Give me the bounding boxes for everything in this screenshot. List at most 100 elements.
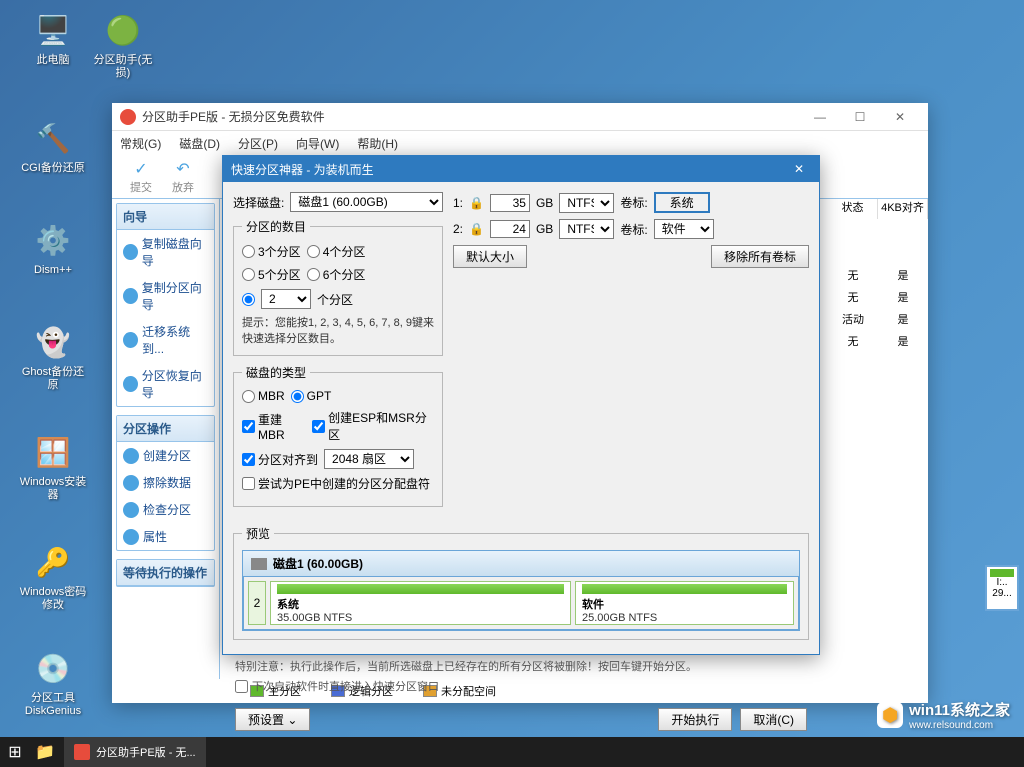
preview-disk-header: 磁盘1 (60.00GB)	[242, 550, 800, 577]
disk-label: 选择磁盘:	[233, 194, 284, 211]
table-row[interactable]: 活动是	[828, 311, 928, 333]
partition-row-2: 2: 🔒 GB NTFS 卷标: 软件	[453, 219, 809, 239]
undo-icon: ↶	[162, 159, 204, 179]
partition-count-tab: 2	[248, 581, 266, 625]
check-trype[interactable]: 尝试为PE中创建的分区分配盘符	[242, 475, 430, 492]
desktop-icon-thispc[interactable]: 🖥️此电脑	[18, 10, 88, 67]
menu-general[interactable]: 常规(G)	[120, 135, 161, 152]
wizard-migrate[interactable]: 迁移系统到...	[117, 318, 214, 362]
preview-partition[interactable]: 系统 35.00GB NTFS	[270, 581, 571, 625]
wizard-icon	[123, 288, 138, 304]
desktop-icon-password[interactable]: 🔑Windows密码修改	[18, 542, 88, 612]
start-button[interactable]: ⊞	[0, 737, 30, 767]
minimize-button[interactable]: —	[800, 103, 840, 130]
preset-button[interactable]: 预设置 ⌄	[235, 708, 310, 731]
row-num: 2:	[453, 222, 463, 236]
dialog-left-column: 选择磁盘: 磁盘1 (60.00GB) 分区的数目 3个分区 4个分区 5个分区…	[233, 192, 443, 515]
op-check[interactable]: 检查分区	[117, 496, 214, 523]
app-icon	[74, 744, 90, 760]
usage-bar	[277, 584, 564, 594]
preview-partition[interactable]: 软件 25.00GB NTFS	[575, 581, 794, 625]
custom-count-select[interactable]: 2	[261, 289, 311, 309]
disk-select[interactable]: 磁盘1 (60.00GB)	[290, 192, 443, 212]
table-rows: 无是 无是 活动是 无是	[828, 267, 928, 355]
start-button[interactable]: 开始执行	[658, 708, 732, 731]
taskbar: ⊞ 📁 分区助手PE版 - 无...	[0, 737, 1024, 767]
menu-disk[interactable]: 磁盘(D)	[179, 135, 220, 152]
table-row[interactable]: 无是	[828, 267, 928, 289]
op-icon	[123, 448, 139, 464]
radio-gpt[interactable]: GPT	[291, 389, 332, 403]
op-wipe[interactable]: 擦除数据	[117, 469, 214, 496]
menu-partition[interactable]: 分区(P)	[238, 135, 278, 152]
disk-icon	[251, 558, 267, 570]
remove-labels-button[interactable]: 移除所有卷标	[711, 245, 809, 268]
op-props[interactable]: 属性	[117, 523, 214, 550]
menu-help[interactable]: 帮助(H)	[357, 135, 398, 152]
radio-3[interactable]: 3个分区	[242, 243, 301, 260]
radio-mbr[interactable]: MBR	[242, 389, 285, 403]
maximize-button[interactable]: ☐	[840, 103, 880, 130]
check-rebuild[interactable]: 重建MBR	[242, 411, 306, 442]
check-align[interactable]: 分区对齐到	[242, 451, 318, 468]
size-input[interactable]	[490, 220, 530, 238]
usage-bar	[990, 569, 1014, 577]
menu-wizard[interactable]: 向导(W)	[296, 135, 339, 152]
volume-label-select[interactable]: 软件	[654, 219, 714, 239]
volume-label-select[interactable]: 系统	[654, 192, 710, 213]
wizard-icon	[123, 244, 138, 260]
app-icon	[120, 109, 136, 125]
dialog-close-button[interactable]: ✕	[787, 162, 811, 176]
desktop-icon-dism[interactable]: ⚙️Dism++	[18, 220, 88, 277]
toolbar-commit[interactable]: ✓提交	[120, 159, 162, 195]
taskbar-explorer[interactable]: 📁	[30, 737, 60, 767]
pc-icon: 🖥️	[33, 10, 73, 50]
desktop-icon-ghost[interactable]: 👻Ghost备份还原	[18, 322, 88, 392]
desktop-icon-diskgenius[interactable]: 💿分区工具DiskGenius	[18, 648, 88, 718]
wizard-copy-partition[interactable]: 复制分区向导	[117, 274, 214, 318]
toolbar-discard[interactable]: ↶放弃	[162, 159, 204, 195]
close-button[interactable]: ✕	[880, 103, 920, 130]
group-legend: 磁盘的类型	[242, 364, 310, 381]
hint-text: 提示：您能按1, 2, 3, 4, 5, 6, 7, 8, 9键来快速选择分区数…	[242, 315, 434, 347]
quick-partition-dialog: 快速分区神器 - 为装机而生 ✕ 选择磁盘: 磁盘1 (60.00GB) 分区的…	[222, 155, 820, 655]
radio-5[interactable]: 5个分区	[242, 266, 301, 283]
check-esp[interactable]: 创建ESP和MSR分区	[312, 409, 434, 443]
dialog-buttons: 预设置 ⌄ 开始执行 取消(C)	[223, 702, 819, 741]
col-4kb: 4KB对齐	[878, 199, 928, 219]
disk-type-group: 磁盘的类型 MBR GPT 重建MBR 创建ESP和MSR分区 分区对齐到 20…	[233, 364, 443, 507]
op-create[interactable]: 创建分区	[117, 442, 214, 469]
check-auto-open[interactable]: 下次启动软件时直接进入快速分区窗口	[235, 678, 807, 694]
usage-bar	[582, 584, 787, 594]
chevron-down-icon: ⌄	[287, 713, 297, 727]
wizard-copy-disk[interactable]: 复制磁盘向导	[117, 230, 214, 274]
size-input[interactable]	[490, 194, 530, 212]
desktop-icon-partition[interactable]: 🟢分区助手(无损)	[88, 10, 158, 80]
cancel-button[interactable]: 取消(C)	[740, 708, 807, 731]
table-row[interactable]: 无是	[828, 289, 928, 311]
wizard-recover[interactable]: 分区恢复向导	[117, 362, 214, 406]
taskbar-app[interactable]: 分区助手PE版 - 无...	[64, 737, 206, 767]
table-row[interactable]: 无是	[828, 333, 928, 355]
fs-select[interactable]: NTFS	[559, 193, 614, 213]
partition-count-group: 分区的数目 3个分区 4个分区 5个分区 6个分区 2 个分区 提示：您能按1,…	[233, 218, 443, 356]
lock-icon: 🔒	[469, 222, 484, 236]
group-legend: 预览	[242, 525, 274, 542]
desktop-icon-wininstall[interactable]: 🪟Windows安装器	[18, 432, 88, 502]
drive-mini[interactable]: I:.. 29...	[985, 565, 1019, 611]
ghost-icon: 👻	[33, 322, 73, 362]
radio-6[interactable]: 6个分区	[307, 266, 366, 283]
default-size-button[interactable]: 默认大小	[453, 245, 527, 268]
dialog-title: 快速分区神器 - 为装机而生	[231, 161, 787, 178]
radio-4[interactable]: 4个分区	[307, 243, 366, 260]
desktop-icon-cgi[interactable]: 🔨CGI备份还原	[18, 118, 88, 175]
key-icon: 🔑	[33, 542, 73, 582]
panel-operations: 分区操作 创建分区 擦除数据 检查分区 属性	[116, 415, 215, 551]
drive-size: 29...	[989, 588, 1015, 599]
group-legend: 分区的数目	[242, 218, 310, 235]
align-select[interactable]: 2048 扇区	[324, 449, 414, 469]
panel-pending: 等待执行的操作	[116, 559, 215, 587]
fs-select[interactable]: NTFS	[559, 219, 614, 239]
op-icon	[123, 475, 139, 491]
radio-custom[interactable]	[242, 293, 255, 306]
